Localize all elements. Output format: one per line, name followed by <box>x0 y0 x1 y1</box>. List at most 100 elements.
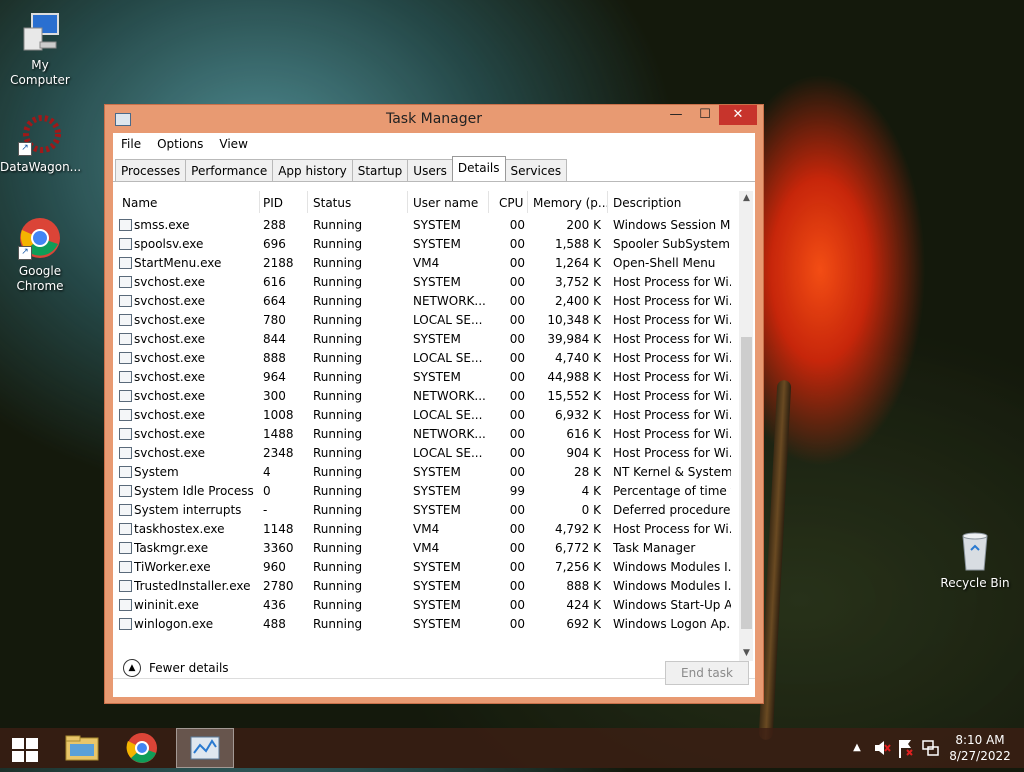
volume-muted-icon[interactable] <box>872 728 892 768</box>
column-separator[interactable] <box>607 191 608 213</box>
clock-time: 8:10 AM <box>955 733 1005 747</box>
desktop-icon-google-chrome[interactable]: ↗ Google Chrome <box>0 216 80 294</box>
table-row[interactable]: svchost.exe 888 Running LOCAL SE... 00 4,740 … <box>115 349 737 368</box>
table-row[interactable]: svchost.exe 1008 Running LOCAL SE... 00 6,932… <box>115 406 737 425</box>
table-row[interactable]: svchost.exe 844 Running SYSTEM 00 39,984 K Hos… <box>115 330 737 349</box>
process-list: smss.exe 288 Running SYSTEM 00 200 K Windows S… <box>115 216 737 634</box>
vertical-scrollbar[interactable]: ▲ ▼ <box>739 191 753 661</box>
process-cpu: 00 <box>509 522 525 536</box>
table-row[interactable]: svchost.exe 616 Running SYSTEM 00 3,752 K Host… <box>115 273 737 292</box>
system-clock[interactable]: 8:10 AM 8/27/2022 <box>944 732 1016 764</box>
process-icon <box>119 352 132 364</box>
table-row[interactable]: svchost.exe 1488 Running NETWORK... 00 616 K H… <box>115 425 737 444</box>
column-separator[interactable] <box>527 191 528 213</box>
table-row[interactable]: svchost.exe 300 Running NETWORK... 00 15,552 … <box>115 387 737 406</box>
process-user: NETWORK... <box>413 427 486 441</box>
table-row[interactable]: TrustedInstaller.exe 2780 Running SYSTEM 00 8… <box>115 577 737 596</box>
sort-ascending-icon: ˄ <box>181 191 186 197</box>
table-row[interactable]: System Idle Process 0 Running SYSTEM 99 4 K Pe… <box>115 482 737 501</box>
column-header-status[interactable]: Status <box>313 196 351 210</box>
table-row[interactable]: svchost.exe 780 Running LOCAL SE... 00 10,348… <box>115 311 737 330</box>
process-memory: 6,772 K <box>554 541 601 555</box>
menu-file[interactable]: File <box>113 133 149 157</box>
table-row[interactable]: taskhostex.exe 1148 Running VM4 00 4,792 K Hos… <box>115 520 737 539</box>
process-memory: 1,264 K <box>554 256 601 270</box>
scrollbar-thumb[interactable] <box>741 337 752 629</box>
datawagon-icon: ↗ <box>18 112 62 156</box>
desktop-icon-recycle-bin[interactable]: Recycle Bin <box>935 528 1015 591</box>
process-description: Host Process for Wi... <box>613 389 731 403</box>
fewer-details-button[interactable]: ▲ Fewer details <box>123 659 229 677</box>
column-separator[interactable] <box>307 191 308 213</box>
table-row[interactable]: smss.exe 288 Running SYSTEM 00 200 K Windows S… <box>115 216 737 235</box>
table-row[interactable]: StartMenu.exe 2188 Running VM4 00 1,264 K Open… <box>115 254 737 273</box>
tab-processes[interactable]: Processes <box>115 159 187 181</box>
scroll-down-arrow-icon[interactable]: ▼ <box>739 646 753 661</box>
taskbar-chrome[interactable] <box>120 728 164 768</box>
process-icon <box>119 219 132 231</box>
table-row[interactable]: System interrupts - Running SYSTEM 00 0 K Defe… <box>115 501 737 520</box>
process-user: SYSTEM <box>413 465 461 479</box>
title-bar[interactable]: Task Manager — ☐ ✕ <box>105 105 763 133</box>
column-header-description[interactable]: Description <box>613 196 681 210</box>
process-pid: 3360 <box>263 541 294 555</box>
minimize-button[interactable]: — <box>661 105 691 125</box>
desktop-icon-label: My Computer <box>10 58 70 87</box>
column-header-cpu[interactable]: CPU <box>499 196 523 210</box>
process-name: smss.exe <box>134 218 190 232</box>
chrome-icon: ↗ <box>18 216 62 260</box>
tab-startup[interactable]: Startup <box>351 159 409 181</box>
process-icon <box>119 599 132 611</box>
column-separator[interactable] <box>488 191 489 213</box>
process-cpu: 00 <box>509 294 525 308</box>
tab-users[interactable]: Users <box>407 159 453 181</box>
column-separator[interactable] <box>259 191 260 213</box>
scroll-up-arrow-icon[interactable]: ▲ <box>739 191 753 206</box>
table-row[interactable]: winlogon.exe 488 Running SYSTEM 00 692 K Windo… <box>115 615 737 634</box>
process-pid: 1148 <box>263 522 294 536</box>
desktop-icon-my-computer[interactable]: My Computer <box>0 10 80 88</box>
tab-details[interactable]: Details <box>451 156 506 181</box>
table-row[interactable]: Taskmgr.exe 3360 Running VM4 00 6,772 K Task M… <box>115 539 737 558</box>
process-cpu: 00 <box>509 560 525 574</box>
taskbar-task-manager[interactable] <box>176 728 234 768</box>
show-hidden-icons-chevron-up-icon[interactable]: ▲ <box>850 728 864 768</box>
folder-icon <box>65 735 99 761</box>
process-pid: 2780 <box>263 579 294 593</box>
taskbar-file-explorer[interactable] <box>60 728 104 768</box>
process-cpu: 00 <box>509 427 525 441</box>
windows-logo-icon <box>26 738 38 749</box>
menu-options[interactable]: Options <box>149 133 211 157</box>
tab-app-history[interactable]: App history <box>272 159 353 181</box>
table-row[interactable]: spoolsv.exe 696 Running SYSTEM 00 1,588 K Spoo… <box>115 235 737 254</box>
table-row[interactable]: wininit.exe 436 Running SYSTEM 00 424 K Window… <box>115 596 737 615</box>
action-center-flag-icon[interactable] <box>896 728 916 768</box>
start-button[interactable] <box>10 728 40 768</box>
menu-view[interactable]: View <box>211 133 255 157</box>
table-row[interactable]: System 4 Running SYSTEM 00 28 K NT Kernel & Sy… <box>115 463 737 482</box>
process-status: Running <box>313 370 363 384</box>
column-header-user-name[interactable]: User name <box>413 196 478 210</box>
network-icon[interactable] <box>920 728 940 768</box>
menu-bar: File Options View <box>113 133 755 157</box>
shortcut-arrow-icon: ↗ <box>18 246 32 260</box>
column-header-pid[interactable]: PID <box>263 196 283 210</box>
process-user: SYSTEM <box>413 218 461 232</box>
column-separator[interactable] <box>407 191 408 213</box>
process-icon <box>119 466 132 478</box>
end-task-button[interactable]: End task <box>665 661 749 685</box>
tab-services[interactable]: Services <box>504 159 568 181</box>
table-row[interactable]: TiWorker.exe 960 Running SYSTEM 00 7,256 K Win… <box>115 558 737 577</box>
column-header-memory[interactable]: Memory (p... <box>533 196 609 210</box>
tab-performance[interactable]: Performance <box>185 159 274 181</box>
table-row[interactable]: svchost.exe 964 Running SYSTEM 00 44,988 K Hos… <box>115 368 737 387</box>
table-row[interactable]: svchost.exe 2348 Running LOCAL SE... 00 904 K… <box>115 444 737 463</box>
process-memory: 15,552 K <box>547 389 601 403</box>
desktop-icon-datawagon[interactable]: ↗ DataWagon... <box>0 112 81 175</box>
column-header-name[interactable]: Name <box>122 196 157 210</box>
process-memory: 4,740 K <box>554 351 601 365</box>
process-name: svchost.exe <box>134 446 205 460</box>
maximize-button[interactable]: ☐ <box>691 105 719 125</box>
table-row[interactable]: svchost.exe 664 Running NETWORK... 00 2,400 K… <box>115 292 737 311</box>
close-button[interactable]: ✕ <box>719 105 757 125</box>
